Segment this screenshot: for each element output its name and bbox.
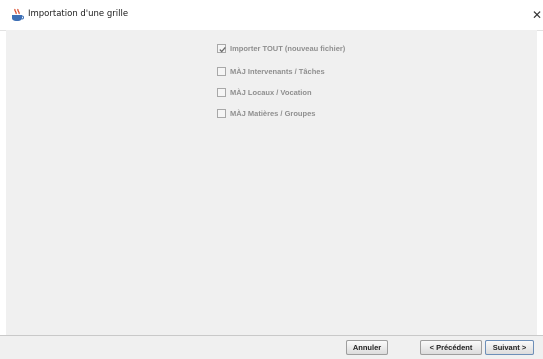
option-label: Importer TOUT (nouveau fichier) (230, 44, 346, 53)
window-title: Importation d'une grille (28, 9, 129, 19)
import-all-checkbox (217, 44, 226, 53)
java-cup-icon (12, 8, 24, 21)
update-staff-checkbox (217, 67, 226, 76)
option-label: MÀJ Locaux / Vocation (230, 88, 312, 97)
title-bar: Importation d'une grille ✕ (0, 0, 543, 31)
option-label: MÀJ Matières / Groupes (230, 109, 316, 118)
option-label: MÀJ Intervenants / Tâches (230, 67, 325, 76)
content-panel: Importer TOUT (nouveau fichier) MÀJ Inte… (6, 30, 537, 335)
update-rooms-checkbox (217, 88, 226, 97)
update-subjects-checkbox (217, 109, 226, 118)
previous-button[interactable]: < Précédent (420, 340, 482, 355)
button-bar: Annuler < Précédent Suivant > (0, 335, 543, 359)
check-mark-icon (219, 46, 226, 53)
cancel-button[interactable]: Annuler (346, 340, 388, 355)
close-icon[interactable]: ✕ (531, 7, 543, 23)
next-button[interactable]: Suivant > (485, 340, 534, 355)
